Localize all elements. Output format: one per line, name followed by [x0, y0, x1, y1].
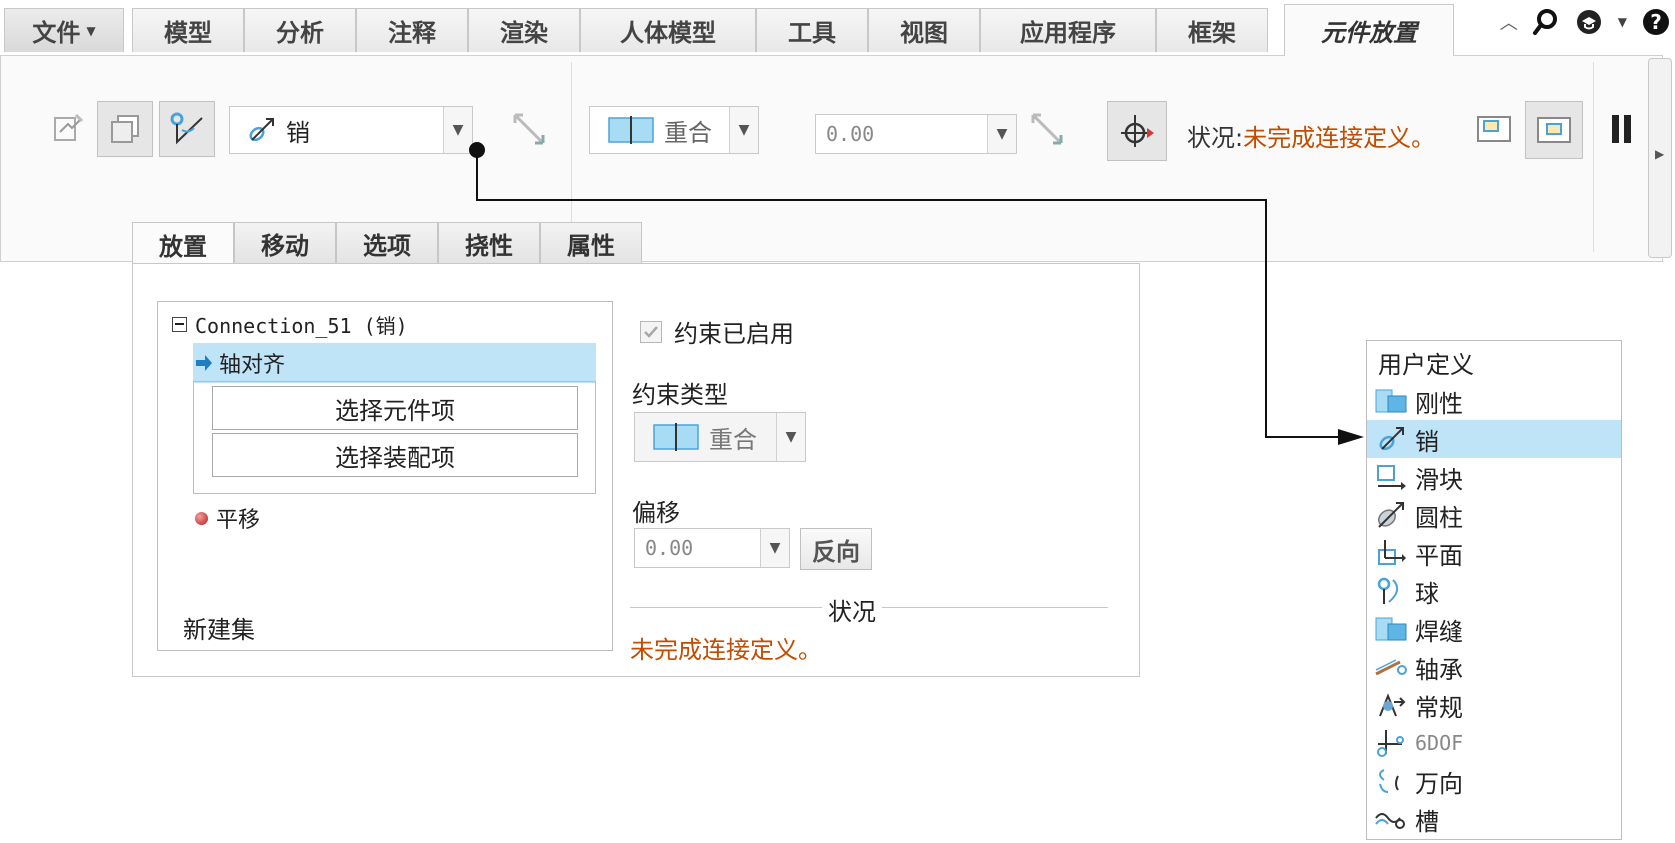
slider-icon — [1371, 458, 1411, 496]
connection-type-item[interactable]: 常规 — [1367, 686, 1621, 724]
ball-icon — [1371, 572, 1411, 610]
connection-type-header: 用户定义 — [1378, 351, 1474, 379]
connection-type-item[interactable]: 刚性 — [1367, 382, 1621, 420]
connection-type-label: 球 — [1415, 579, 1439, 608]
6dof-icon — [1371, 724, 1411, 762]
connection-type-item[interactable]: 球 — [1367, 572, 1621, 610]
connection-type-label: 万向 — [1415, 769, 1463, 798]
connection-type-label: 6DOF — [1415, 731, 1464, 755]
connection-type-item[interactable]: 焊缝 — [1367, 610, 1621, 648]
connection-type-item-selected[interactable]: 销 — [1367, 420, 1621, 458]
connection-type-label: 刚性 — [1415, 389, 1463, 418]
pin-icon — [1371, 420, 1411, 458]
bearing-icon — [1371, 648, 1411, 686]
connection-type-item[interactable]: 圆柱 — [1367, 496, 1621, 534]
connection-type-item[interactable]: 平面 — [1367, 534, 1621, 572]
connection-type-label: 平面 — [1415, 541, 1463, 570]
connection-type-label: 销 — [1415, 427, 1439, 456]
tab-label: 元件放置 — [1321, 18, 1417, 47]
connection-type-item[interactable]: 槽 — [1367, 800, 1621, 838]
connection-type-item[interactable]: 6DOF — [1367, 724, 1621, 762]
connection-type-label: 圆柱 — [1415, 503, 1463, 532]
tab-component-placement[interactable]: 元件放置 — [1284, 4, 1454, 56]
connection-type-label: 常规 — [1415, 693, 1463, 722]
planar-icon — [1371, 534, 1411, 572]
connection-type-label: 轴承 — [1415, 655, 1463, 684]
connection-type-item[interactable]: 万向 — [1367, 762, 1621, 800]
connection-type-item[interactable]: 滑块 — [1367, 458, 1621, 496]
rigid-icon — [1371, 382, 1411, 420]
weld-icon — [1371, 610, 1411, 648]
general-icon — [1371, 686, 1411, 724]
connection-type-label: 滑块 — [1415, 465, 1463, 494]
connection-type-label: 槽 — [1415, 807, 1439, 836]
cylinder-icon — [1371, 496, 1411, 534]
connection-type-item[interactable]: 轴承 — [1367, 648, 1621, 686]
connection-type-label: 焊缝 — [1415, 617, 1463, 646]
gimbal-icon — [1371, 762, 1411, 800]
slot-icon — [1371, 800, 1411, 838]
